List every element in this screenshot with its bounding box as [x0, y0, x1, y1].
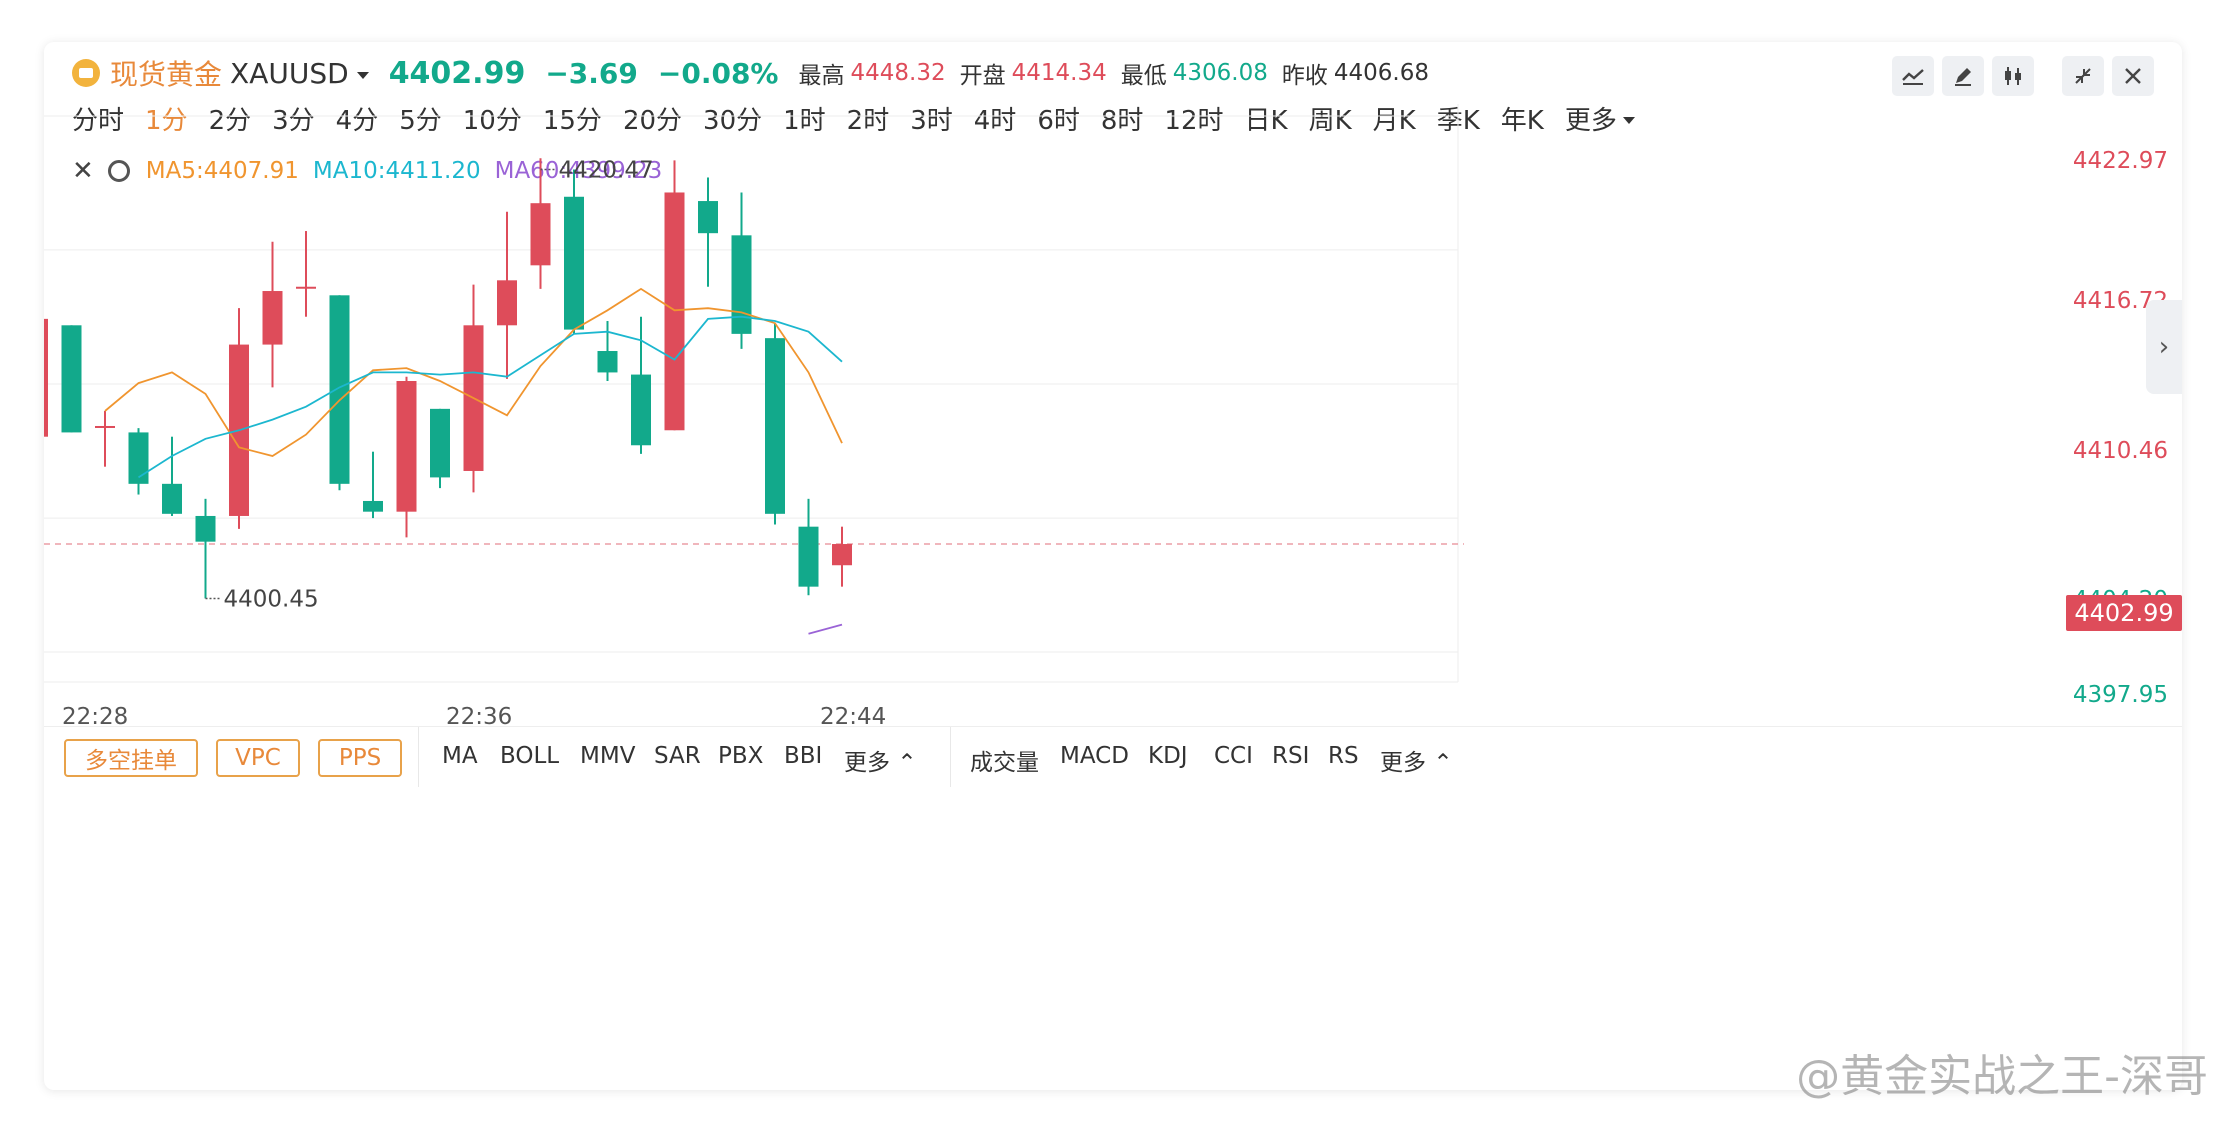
sub-indicators-more[interactable]: 更多 ⌃	[1380, 743, 1453, 777]
candle-down	[798, 526, 819, 587]
candlestick-chart[interactable]: 4420.47 4400.45	[44, 42, 2182, 742]
indicator-kdj[interactable]: KDJ	[1148, 743, 1188, 769]
indicator-bbi[interactable]: BBI	[784, 743, 822, 769]
pps-button[interactable]: PPS	[318, 739, 402, 777]
y-tick-label: 4410.46	[2072, 438, 2168, 464]
divider	[418, 727, 419, 787]
indicator-cci[interactable]: CCI	[1214, 743, 1253, 769]
candle-down	[430, 408, 450, 478]
chart-panel: 现货黄金 XAUUSD 4402.99 −3.69 −0.08% 最高 4448…	[44, 42, 2182, 1090]
indicator-mmv[interactable]: MMV	[580, 743, 635, 769]
ma60-line	[808, 623, 843, 635]
candle-down	[731, 235, 752, 334]
candle-up	[95, 425, 115, 428]
chevron-up-icon: ⌃	[1433, 750, 1453, 776]
divider	[950, 727, 951, 787]
expand-panel-button[interactable]: ›	[2146, 300, 2182, 394]
candle-down	[195, 515, 216, 542]
candle-up	[262, 291, 283, 345]
annotation-label: 4400.45	[224, 586, 319, 612]
indicator-macd[interactable]: MACD	[1060, 743, 1129, 769]
indicator-boll[interactable]: BOLL	[500, 743, 559, 769]
candle-down	[329, 295, 350, 484]
candle-down	[128, 432, 149, 484]
candle-up	[664, 192, 685, 431]
chevron-right-icon: ›	[2158, 332, 2170, 362]
indicator-ma[interactable]: MA	[442, 743, 478, 769]
indicator-sar[interactable]: SAR	[654, 743, 701, 769]
indicator-rsi[interactable]: RSI	[1272, 743, 1309, 769]
candle-up	[44, 318, 48, 437]
indicator-pbx[interactable]: PBX	[718, 743, 763, 769]
orders-button[interactable]: 多空挂单	[64, 739, 198, 777]
chevron-up-icon: ⌃	[897, 750, 917, 776]
candle-up	[396, 381, 417, 512]
more-label: 更多	[844, 750, 890, 776]
current-price-tag: 4402.99	[2066, 595, 2182, 631]
indicator-bar: 多空挂单 VPC PPS MA BOLL MMV SAR PBX BBI 更多 …	[44, 726, 2182, 787]
more-label: 更多	[1380, 750, 1426, 776]
candle-down	[363, 500, 383, 512]
indicator-rs[interactable]: RS	[1328, 743, 1359, 769]
y-tick-label: 4397.95	[2072, 682, 2168, 708]
candle-down	[698, 201, 718, 234]
indicator-volume[interactable]: 成交量	[970, 743, 1039, 777]
candle-down	[61, 325, 82, 433]
candle-down	[597, 351, 618, 373]
candle-up	[296, 286, 316, 289]
watermark: @黄金实战之王-深哥	[1796, 1051, 2208, 1102]
candle-up	[497, 280, 517, 326]
candle-up	[530, 203, 551, 266]
candle-down	[765, 338, 785, 514]
annotation-label: 4420.47	[559, 158, 654, 184]
candle-down	[162, 483, 182, 514]
candle-down	[564, 196, 584, 330]
y-tick-label: 4422.97	[2072, 148, 2168, 174]
candle-down	[631, 374, 651, 446]
vpc-button[interactable]: VPC	[216, 739, 300, 777]
candle-up	[832, 544, 852, 566]
main-indicators-more[interactable]: 更多 ⌃	[844, 743, 917, 777]
